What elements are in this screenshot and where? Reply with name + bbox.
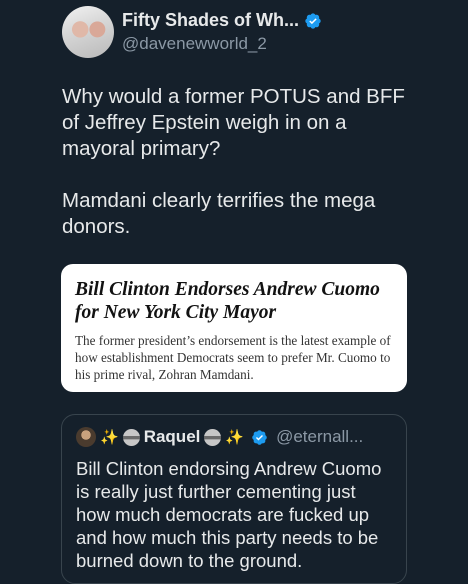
article-link-card[interactable]: Bill Clinton Endorses Andrew Cuomo for N… <box>61 264 407 392</box>
tweet-paragraph: Why would a former POTUS and BFF of Jeff… <box>62 85 405 160</box>
verified-badge-icon <box>305 12 321 29</box>
author-display-name[interactable]: Fifty Shades of Wh... <box>122 10 299 31</box>
tweet-paragraph: Mamdani clearly terrifies the mega donor… <box>62 189 376 238</box>
sparkle-emoji: ✨ <box>225 429 245 446</box>
quoted-tweet-text: Bill Clinton endorsing Andrew Cuomo is r… <box>76 458 382 571</box>
quoted-author-handle[interactable]: @eternall... <box>276 427 363 447</box>
sparkle-emoji: ✨ <box>100 429 119 446</box>
author-avatar[interactable] <box>62 6 114 58</box>
quoted-tweet[interactable]: ✨ Raquel ✨ @eternall... Bill Clinton end… <box>61 414 407 584</box>
quoted-tweet-header: ✨ Raquel ✨ @eternall... <box>76 425 392 449</box>
name-row: Fifty Shades of Wh... <box>122 10 322 31</box>
author-handle[interactable]: @davenewworld_2 <box>122 34 322 54</box>
tweet: Fifty Shades of Wh... @davenewworld_2 Wh… <box>0 0 468 584</box>
verified-badge-icon <box>252 429 267 445</box>
emblem-emoji-icon <box>122 428 140 446</box>
tweet-body: Why would a former POTUS and BFF of Jeff… <box>62 84 422 266</box>
article-headline: Bill Clinton Endorses Andrew Cuomo for N… <box>75 279 380 323</box>
emblem-emoji-icon <box>204 428 222 446</box>
tweet-header: Fifty Shades of Wh... @davenewworld_2 <box>62 5 322 59</box>
quoted-author-name[interactable]: Raquel <box>144 427 201 447</box>
quoted-author-avatar[interactable] <box>76 427 96 447</box>
article-summary: The former president’s endorsement is th… <box>75 333 391 382</box>
author-names: Fifty Shades of Wh... @davenewworld_2 <box>122 10 322 54</box>
